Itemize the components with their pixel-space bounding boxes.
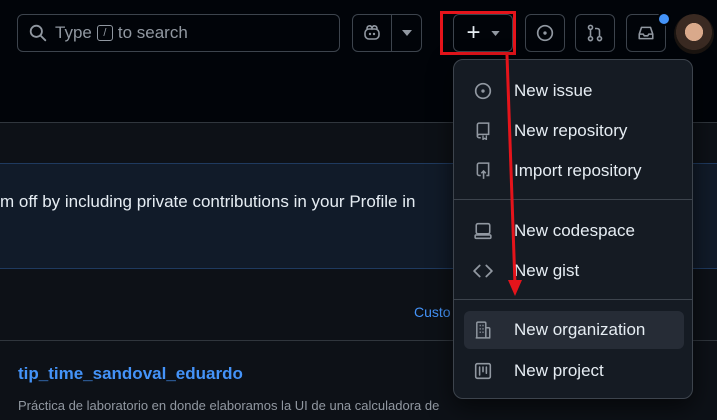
annotation-arrow bbox=[505, 54, 522, 296]
